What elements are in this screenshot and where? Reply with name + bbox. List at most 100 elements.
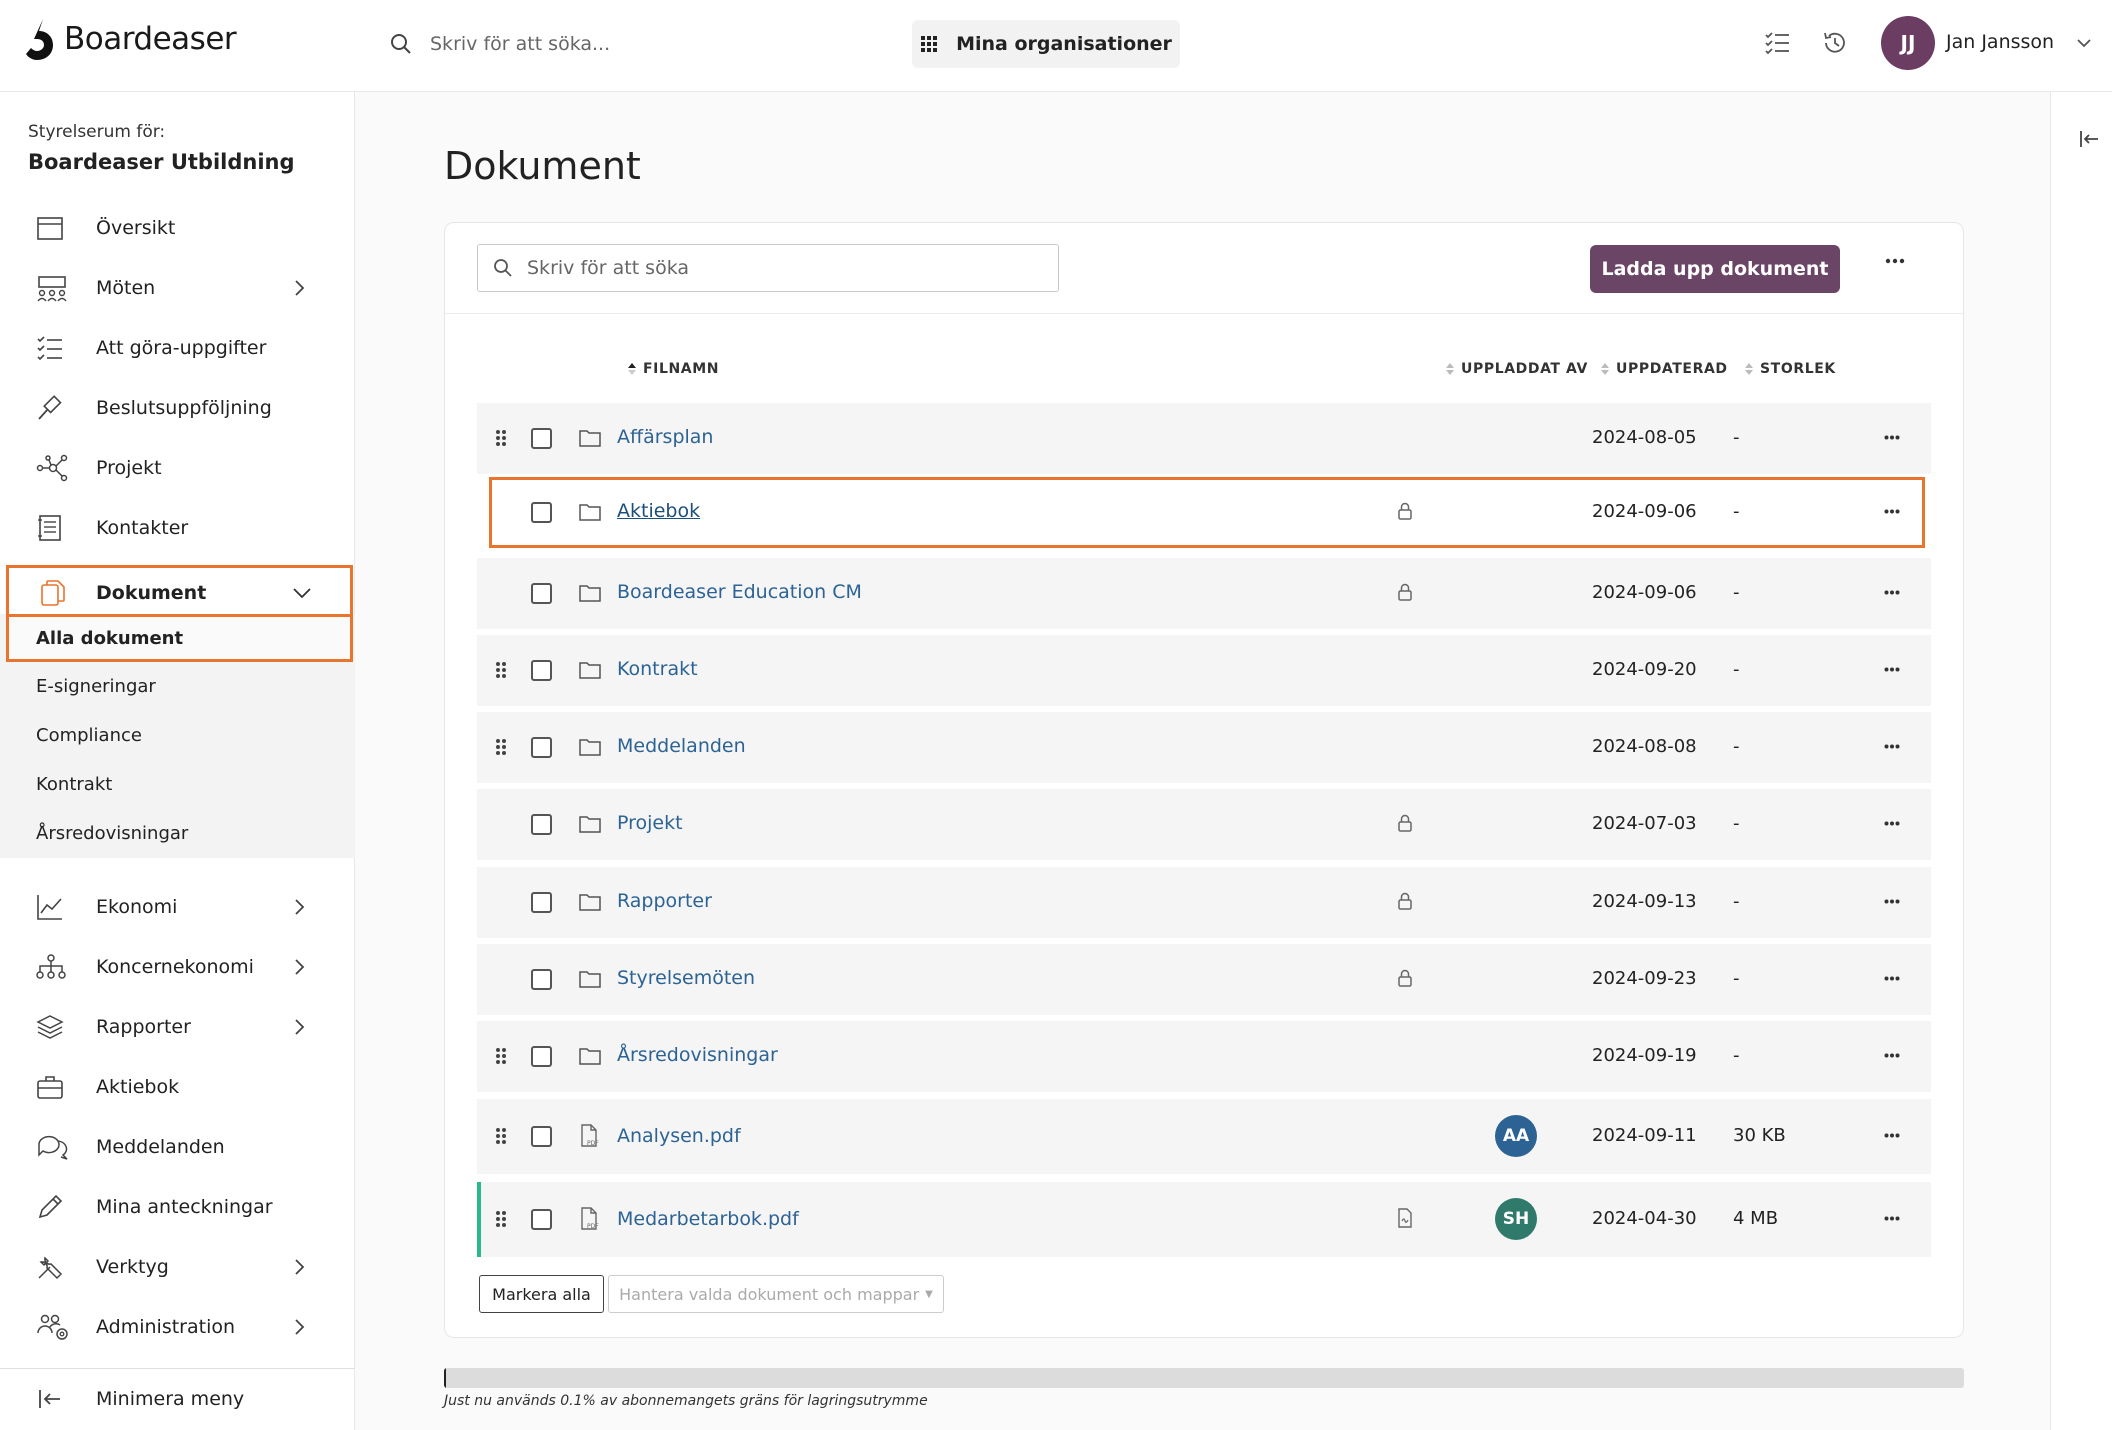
file-name-link[interactable]: Affärsplan bbox=[617, 426, 713, 448]
document-search-input[interactable] bbox=[527, 257, 1027, 279]
column-header-filename[interactable]: FILNAMN bbox=[627, 361, 719, 377]
more-options-icon[interactable] bbox=[1884, 590, 1900, 595]
sidebar-item-ekonomi[interactable]: Ekonomi bbox=[0, 879, 355, 935]
sidebar-item-koncernekonomi[interactable]: Koncernekonomi bbox=[0, 939, 355, 995]
upload-document-button[interactable]: Ladda upp dokument bbox=[1590, 245, 1840, 293]
sidebar-item-dokument[interactable]: Dokument bbox=[6, 565, 353, 621]
drag-handle-icon[interactable] bbox=[495, 429, 507, 447]
more-options-icon[interactable] bbox=[1884, 821, 1900, 826]
file-name-link[interactable]: Rapporter bbox=[617, 890, 712, 912]
sidebar-item-oversikt[interactable]: Översikt bbox=[0, 200, 355, 256]
column-header-updated[interactable]: UPPDATERAD bbox=[1600, 361, 1728, 377]
collapse-panel-icon[interactable] bbox=[2078, 128, 2100, 150]
file-name-link[interactable]: Medarbetarbok.pdf bbox=[617, 1208, 799, 1230]
minimize-menu-button[interactable]: Minimera meny bbox=[0, 1371, 355, 1427]
row-checkbox[interactable] bbox=[531, 892, 552, 913]
more-options-icon[interactable] bbox=[1884, 744, 1900, 749]
table-row[interactable]: Styrelsemöten 2024-09-23 - bbox=[477, 944, 1931, 1015]
table-row[interactable]: Boardeaser Education CM 2024-09-06 - bbox=[477, 558, 1931, 629]
more-options-icon[interactable] bbox=[1884, 1216, 1900, 1221]
row-checkbox[interactable] bbox=[531, 969, 552, 990]
logo[interactable]: Boardeaser bbox=[26, 16, 237, 62]
table-row[interactable]: Årsredovisningar 2024-09-19 - bbox=[477, 1021, 1931, 1092]
sidebar-item-moten[interactable]: Möten bbox=[0, 260, 355, 316]
drag-handle-icon[interactable] bbox=[495, 661, 507, 679]
file-name-link[interactable]: Projekt bbox=[617, 812, 683, 834]
updated-date: 2024-09-20 bbox=[1592, 659, 1697, 680]
page-title: Dokument bbox=[444, 144, 641, 188]
more-options-icon[interactable] bbox=[1884, 899, 1900, 904]
chevron-down-icon[interactable] bbox=[2075, 34, 2093, 52]
uploader-avatar[interactable]: SH bbox=[1495, 1198, 1537, 1240]
chevron-right-icon bbox=[295, 280, 305, 296]
drag-handle-icon[interactable] bbox=[495, 1210, 507, 1228]
task-list-icon[interactable] bbox=[1764, 30, 1790, 56]
sidebar-item-aktiebok[interactable]: Aktiebok bbox=[0, 1059, 355, 1115]
sidebar-item-kontakter[interactable]: Kontakter bbox=[0, 500, 355, 556]
pdf-file-icon: PDF bbox=[581, 1124, 599, 1147]
row-checkbox[interactable] bbox=[531, 583, 552, 604]
my-organizations-button[interactable]: Mina organisationer bbox=[912, 20, 1180, 68]
file-name-link[interactable]: Analysen.pdf bbox=[617, 1125, 741, 1147]
submenu-item-kontrakt[interactable]: Kontrakt bbox=[0, 760, 355, 808]
table-row[interactable]: Rapporter 2024-09-13 - bbox=[477, 867, 1931, 938]
right-panel-strip bbox=[2050, 92, 2112, 1430]
document-search[interactable] bbox=[477, 244, 1059, 292]
table-row[interactable]: Aktiebok 2024-09-06 - bbox=[489, 477, 1925, 548]
row-checkbox[interactable] bbox=[531, 502, 552, 523]
drag-handle-icon[interactable] bbox=[495, 1047, 507, 1065]
sidebar-item-meddelanden[interactable]: Meddelanden bbox=[0, 1119, 355, 1175]
sidebar-item-administration[interactable]: Administration bbox=[0, 1299, 355, 1355]
row-checkbox[interactable] bbox=[531, 737, 552, 758]
table-row[interactable]: Meddelanden 2024-08-08 - bbox=[477, 712, 1931, 783]
sidebar-item-verktyg[interactable]: Verktyg bbox=[0, 1239, 355, 1295]
table-row[interactable]: PDF Medarbetarbok.pdf SH 2024-04-30 4 MB bbox=[477, 1182, 1931, 1257]
more-options-icon[interactable] bbox=[1885, 258, 1905, 264]
lock-icon bbox=[1398, 892, 1412, 910]
file-name-link[interactable]: Årsredovisningar bbox=[617, 1044, 778, 1066]
user-name[interactable]: Jan Jansson bbox=[1946, 31, 2054, 53]
global-search-input[interactable] bbox=[430, 33, 760, 55]
submenu-item-e-signeringar[interactable]: E-signeringar bbox=[0, 662, 355, 710]
table-row[interactable]: Projekt 2024-07-03 - bbox=[477, 789, 1931, 860]
submenu-item-arsredovisningar[interactable]: Årsredovisningar bbox=[0, 809, 355, 857]
user-avatar[interactable]: JJ bbox=[1881, 16, 1935, 70]
table-row[interactable]: Affärsplan 2024-08-05 - bbox=[477, 403, 1931, 474]
table-row[interactable]: PDF Analysen.pdf AA 2024-09-11 30 KB bbox=[477, 1099, 1931, 1174]
documents-card: Ladda upp dokument FILNAMN UPPLADDAT AV … bbox=[444, 222, 1964, 1338]
row-checkbox[interactable] bbox=[531, 1046, 552, 1067]
sidebar-item-rapporter[interactable]: Rapporter bbox=[0, 999, 355, 1055]
more-options-icon[interactable] bbox=[1884, 667, 1900, 672]
submenu-item-compliance[interactable]: Compliance bbox=[0, 711, 355, 759]
file-name-link[interactable]: Meddelanden bbox=[617, 735, 746, 757]
sidebar-item-beslutsuppfoljning[interactable]: Beslutsuppföljning bbox=[0, 380, 355, 436]
sidebar-item-att-gora[interactable]: Att göra-uppgifter bbox=[0, 320, 355, 376]
drag-handle-icon[interactable] bbox=[495, 1127, 507, 1145]
sidebar-item-projekt[interactable]: Projekt bbox=[0, 440, 355, 496]
row-checkbox[interactable] bbox=[531, 428, 552, 449]
row-checkbox[interactable] bbox=[531, 1209, 552, 1230]
table-row[interactable]: Kontrakt 2024-09-20 - bbox=[477, 635, 1931, 706]
more-options-icon[interactable] bbox=[1884, 1053, 1900, 1058]
more-options-icon[interactable] bbox=[1884, 1133, 1900, 1138]
history-icon[interactable] bbox=[1822, 30, 1848, 56]
manage-selected-button[interactable]: Hantera valda dokument och mappar ▼ bbox=[608, 1275, 944, 1313]
more-options-icon[interactable] bbox=[1884, 435, 1900, 440]
global-search[interactable] bbox=[390, 26, 760, 62]
column-header-uploaded-by[interactable]: UPPLADDAT AV bbox=[1445, 361, 1588, 377]
select-all-button[interactable]: Markera alla bbox=[479, 1275, 604, 1313]
file-name-link[interactable]: Styrelsemöten bbox=[617, 967, 755, 989]
uploader-avatar[interactable]: AA bbox=[1495, 1115, 1537, 1157]
submenu-item-alla-dokument[interactable]: Alla dokument bbox=[6, 614, 353, 662]
file-name-link[interactable]: Kontrakt bbox=[617, 658, 698, 680]
more-options-icon[interactable] bbox=[1884, 509, 1900, 514]
more-options-icon[interactable] bbox=[1884, 976, 1900, 981]
file-name-link[interactable]: Boardeaser Education CM bbox=[617, 581, 862, 603]
sidebar-item-mina-anteckningar[interactable]: Mina anteckningar bbox=[0, 1179, 355, 1235]
column-header-size[interactable]: STORLEK bbox=[1744, 361, 1836, 377]
row-checkbox[interactable] bbox=[531, 660, 552, 681]
row-checkbox[interactable] bbox=[531, 814, 552, 835]
file-name-link[interactable]: Aktiebok bbox=[617, 500, 700, 522]
row-checkbox[interactable] bbox=[531, 1126, 552, 1147]
drag-handle-icon[interactable] bbox=[495, 738, 507, 756]
